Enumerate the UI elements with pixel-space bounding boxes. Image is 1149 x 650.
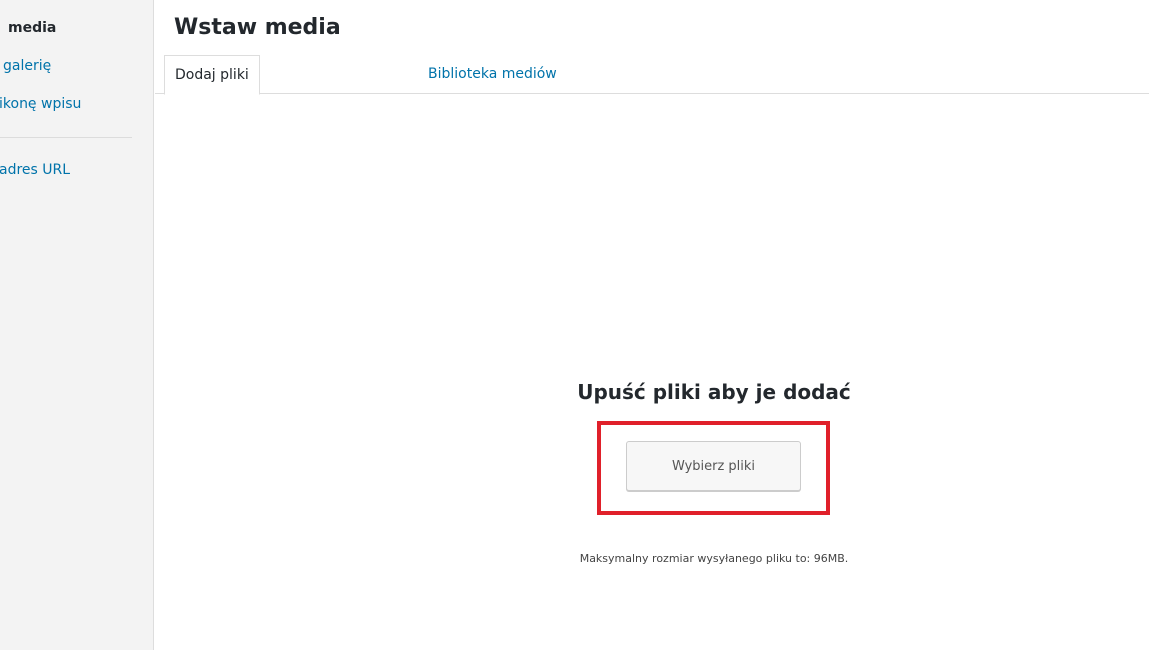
frame-title: Wstaw media (174, 15, 341, 40)
menu-item-insert-media[interactable]: media (8, 19, 56, 37)
media-menu: media galerię ikonę wpisu adres URL (0, 0, 154, 650)
menu-separator (0, 137, 132, 138)
drop-instructions: Upuść pliki aby je dodać (577, 380, 851, 404)
upload-ui: Upuść pliki aby je dodać Wybierz pliki M… (155, 95, 1149, 650)
max-upload-size-text: Maksymalny rozmiar wysyłanego pliku to: … (579, 552, 849, 565)
select-files-button[interactable]: Wybierz pliki (626, 441, 801, 491)
menu-item-featured-image[interactable]: ikonę wpisu (0, 95, 81, 113)
menu-item-create-gallery[interactable]: galerię (3, 57, 51, 75)
tab-upload-files[interactable]: Dodaj pliki (164, 55, 260, 95)
media-modal: media galerię ikonę wpisu adres URL Wsta… (0, 0, 1149, 650)
menu-item-insert-from-url[interactable]: adres URL (0, 161, 70, 179)
tab-media-library[interactable]: Biblioteka mediów (418, 55, 567, 94)
media-router: Dodaj pliki Biblioteka mediów (155, 55, 1149, 95)
